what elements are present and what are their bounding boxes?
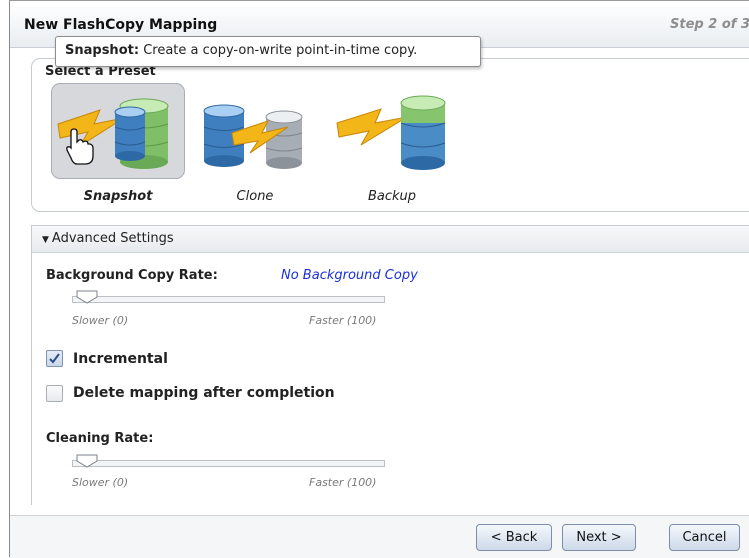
background-copy-rate-min: Slower (0) (72, 314, 129, 327)
backup-icon (336, 95, 446, 170)
step-indicator: Step 2 of 3 (670, 17, 749, 32)
advanced-settings-label: Advanced Settings (51, 231, 174, 246)
background-copy-rate-slider[interactable] (72, 296, 385, 303)
cancel-button[interactable]: Cancel (669, 524, 740, 551)
delete-mapping-label[interactable]: Delete mapping after completion (73, 385, 335, 401)
background-copy-rate-thumb[interactable] (76, 290, 98, 304)
triangle-down-icon: ▼ (42, 235, 49, 245)
preset-backup[interactable] (325, 83, 459, 179)
clone-icon (203, 104, 303, 169)
cleaning-rate-thumb[interactable] (76, 454, 98, 468)
background-copy-rate-value: No Background Copy (281, 268, 418, 283)
advanced-settings-panel: ▼ Advanced Settings Background Copy Rate:… (31, 225, 749, 505)
background-copy-rate-label: Background Copy Rate: (46, 268, 218, 283)
tooltip-term: Snapshot: (65, 43, 140, 58)
preset-snapshot-label[interactable]: Snapshot (51, 189, 185, 204)
snapshot-icon (57, 98, 169, 169)
cleaning-rate-min: Slower (0) (72, 476, 129, 489)
dialog-footer (10, 515, 749, 558)
next-button[interactable]: Next > (562, 524, 636, 551)
cleaning-rate-label: Cleaning Rate: (46, 431, 154, 446)
tooltip-text: Create a copy-on-write point-in-time cop… (143, 43, 418, 58)
preset-clone-label[interactable]: Clone (188, 189, 322, 204)
advanced-settings-toggle[interactable]: ▼ Advanced Settings (32, 226, 749, 253)
preset-snapshot[interactable] (51, 83, 185, 179)
preset-backup-label[interactable]: Backup (325, 189, 459, 204)
checkmark-icon (49, 353, 60, 364)
preset-clone[interactable] (188, 83, 322, 179)
back-button[interactable]: < Back (476, 524, 552, 551)
delete-mapping-checkbox[interactable] (46, 385, 63, 402)
incremental-label[interactable]: Incremental (73, 351, 168, 367)
dialog-title: New FlashCopy Mapping (24, 17, 218, 33)
preset-tooltip: Snapshot: Create a copy-on-write point-i… (55, 36, 481, 67)
flashcopy-dialog: New FlashCopy Mapping Step 2 of 3 Select… (9, 0, 749, 558)
cleaning-rate-max: Faster (100) (309, 476, 377, 489)
incremental-checkbox[interactable] (46, 350, 63, 367)
cleaning-rate-slider[interactable] (72, 460, 385, 467)
background-copy-rate-max: Faster (100) (309, 314, 377, 327)
preset-panel: Select a Preset Snapshot Clone Backup (31, 58, 749, 212)
